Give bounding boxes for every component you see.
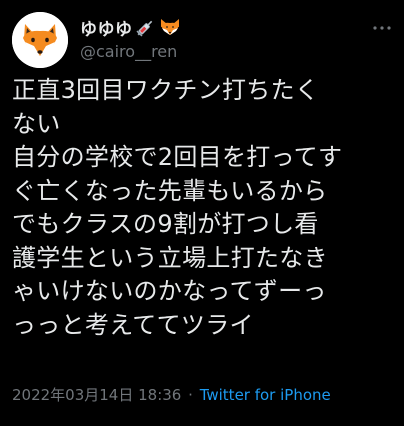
tweet-card: ゆゆゆ @cairo__ren 正直3回目ワクチン打ちたく ない 自分の学校で2… (0, 0, 404, 426)
tweet-metadata: 2022年03月14日 18:36 · Twitter for iPhone (12, 384, 331, 405)
display-name-row: ゆゆゆ (80, 14, 181, 40)
fox-avatar-icon (12, 12, 68, 68)
tweet-source-link[interactable]: Twitter for iPhone (200, 386, 331, 404)
user-handle[interactable]: @cairo__ren (80, 42, 181, 61)
tweet-text: 正直3回目ワクチン打ちたく ない 自分の学校で2回目を打ってす ぐ亡くなった先輩… (12, 76, 343, 339)
author-info[interactable]: ゆゆゆ @cairo__ren (80, 14, 181, 61)
avatar[interactable] (12, 12, 68, 68)
fox-face-icon (159, 16, 181, 38)
meta-separator: · (188, 386, 193, 404)
more-options-icon[interactable] (372, 18, 392, 38)
tweet-timestamp[interactable]: 2022年03月14日 18:36 (12, 386, 181, 404)
display-name[interactable]: ゆゆゆ (80, 15, 133, 40)
syringe-icon (135, 16, 157, 38)
